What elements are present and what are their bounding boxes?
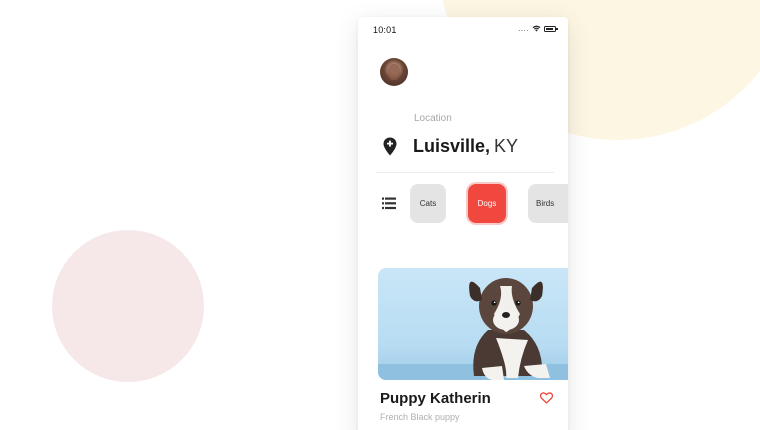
puppy-illustration [378,278,568,380]
phone-screen: 10:01 .... Location Luisville, KY Cats D… [358,17,568,430]
pet-breed: French Black puppy [380,412,460,422]
category-chip-dogs[interactable]: Dogs [468,184,506,223]
battery-icon [544,25,558,32]
status-time: 10:01 [373,25,397,35]
category-chip-cats[interactable]: Cats [410,184,446,223]
location-label: Location [414,113,452,124]
status-bar: 10:01 .... [358,17,568,43]
pet-photo[interactable] [378,268,568,380]
map-pin-icon [383,137,397,156]
city-name: Luisville, [413,136,491,156]
list-icon[interactable] [382,197,396,210]
city-state: KY [494,136,519,156]
wifi-icon [532,25,541,32]
avatar[interactable] [380,58,408,86]
stage: 10:01 .... Location Luisville, KY Cats D… [0,0,760,430]
heart-outline-icon[interactable] [540,392,553,404]
category-chip-birds[interactable]: Birds [528,184,568,223]
divider [376,172,554,173]
status-icons: .... [518,23,558,33]
background-circle-pink [52,230,204,382]
location-city[interactable]: Luisville, KY [413,136,518,157]
pet-name[interactable]: Puppy Katherin [380,390,491,407]
signal-icon: .... [518,23,529,33]
